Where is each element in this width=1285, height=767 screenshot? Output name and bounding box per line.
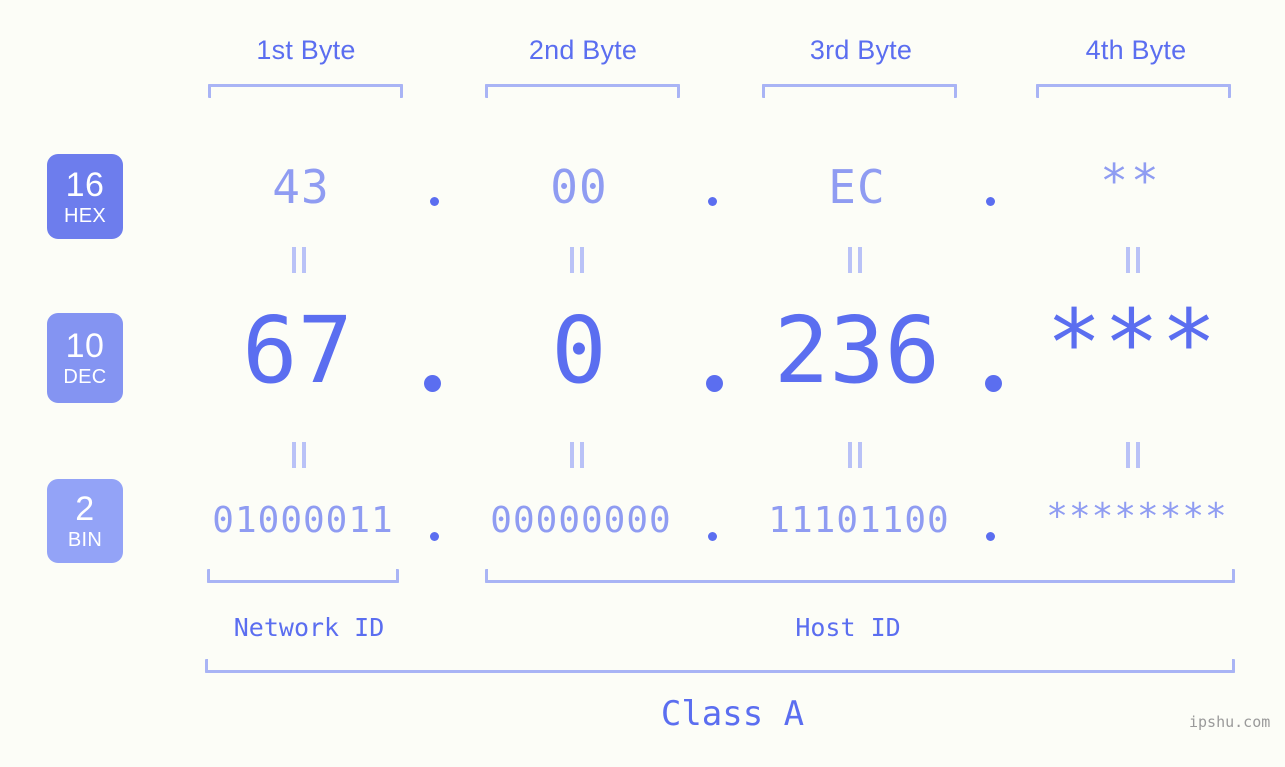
equality-mark-hex-dec-2 xyxy=(570,247,584,273)
hex-byte-4: ** xyxy=(1100,154,1162,208)
byte-bracket-4 xyxy=(1036,84,1231,98)
dec-byte-3: 236 xyxy=(773,297,941,404)
radix-badge-bin: 2 BIN xyxy=(47,479,123,563)
radix-badge-hex-number: 16 xyxy=(65,165,105,204)
bin-byte-2: 00000000 xyxy=(490,500,672,541)
byte-header-3: 3rd Byte xyxy=(809,35,913,65)
dec-byte-1: 67 xyxy=(242,297,353,404)
hex-byte-3: EC xyxy=(828,160,886,214)
equality-mark-hex-dec-3 xyxy=(848,247,862,273)
radix-badge-dec-number: 10 xyxy=(65,327,105,365)
byte-bracket-3 xyxy=(762,84,957,98)
dec-byte-2: 0 xyxy=(551,297,607,404)
radix-badge-dec-label: DEC xyxy=(63,366,107,388)
hex-separator-2 xyxy=(708,197,717,206)
host-id-label: Host ID xyxy=(795,613,901,642)
radix-badge-bin-number: 2 xyxy=(75,490,95,528)
byte-bracket-2 xyxy=(485,84,680,98)
dec-separator-1 xyxy=(424,375,441,392)
radix-badge-hex: 16 HEX xyxy=(47,154,123,239)
bin-separator-3 xyxy=(986,532,995,541)
equality-mark-hex-dec-1 xyxy=(292,247,306,273)
equality-mark-dec-bin-3 xyxy=(848,442,862,468)
bin-byte-4: ******** xyxy=(1046,496,1228,537)
hex-byte-2: 00 xyxy=(550,160,608,214)
site-watermark: ipshu.com xyxy=(1189,713,1271,731)
equality-mark-hex-dec-4 xyxy=(1126,247,1140,273)
hex-separator-3 xyxy=(986,197,995,206)
bin-separator-2 xyxy=(708,532,717,541)
class-bracket xyxy=(205,659,1235,673)
hex-byte-1: 43 xyxy=(272,160,330,214)
dec-separator-3 xyxy=(985,375,1002,392)
network-id-label: Network ID xyxy=(233,613,385,642)
bin-byte-1: 01000011 xyxy=(212,500,394,541)
bin-separator-1 xyxy=(430,532,439,541)
byte-header-4: 4th Byte xyxy=(1085,35,1187,65)
radix-badge-dec: 10 DEC xyxy=(47,313,123,403)
byte-header-2: 2nd Byte xyxy=(528,35,638,65)
radix-badge-hex-label: HEX xyxy=(63,204,107,227)
byte-bracket-1 xyxy=(208,84,403,98)
class-label: Class A xyxy=(660,694,805,734)
equality-mark-dec-bin-2 xyxy=(570,442,584,468)
bin-byte-3: 11101100 xyxy=(768,500,950,541)
host-id-bracket xyxy=(485,569,1235,583)
dec-separator-2 xyxy=(706,375,723,392)
equality-mark-dec-bin-1 xyxy=(292,442,306,468)
radix-badge-bin-label: BIN xyxy=(67,529,103,551)
equality-mark-dec-bin-4 xyxy=(1126,442,1140,468)
network-id-bracket xyxy=(207,569,399,583)
dec-byte-4: *** xyxy=(1046,290,1219,397)
hex-separator-1 xyxy=(430,197,439,206)
ip-address-breakdown-diagram: 1st Byte 2nd Byte 3rd Byte 4th Byte 16 H… xyxy=(0,0,1285,767)
byte-header-1: 1st Byte xyxy=(256,35,356,65)
